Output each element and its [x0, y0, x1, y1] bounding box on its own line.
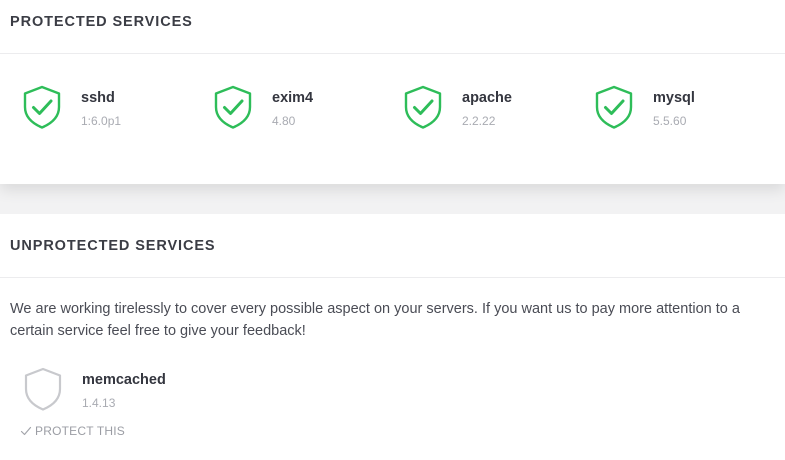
shield-check-icon	[214, 85, 252, 129]
service-name: memcached	[82, 372, 166, 388]
service-name: sshd	[81, 90, 115, 106]
service-name: exim4	[272, 90, 314, 106]
service-version: 4.80	[272, 114, 296, 128]
check-icon	[20, 426, 32, 436]
unprotected-services-header: UNPROTECTED SERVICES	[0, 214, 785, 278]
service-item-apache[interactable]: apache 2.2.22	[402, 84, 512, 130]
service-version: 1:6.0p1	[81, 114, 122, 128]
protected-services-title: PROTECTED SERVICES	[10, 13, 193, 30]
service-item-mysql[interactable]: mysql 5.5.60	[593, 84, 695, 130]
shield-check-icon	[595, 85, 633, 129]
unprotected-info-text: We are working tirelessly to cover every…	[10, 301, 740, 339]
service-name: apache	[462, 90, 512, 106]
protected-services-card: PROTECTED SERVICES sshd 1:6.0p1 exim4 4.…	[0, 0, 785, 184]
service-name: mysql	[653, 90, 695, 106]
service-item-exim4[interactable]: exim4 4.80	[212, 84, 313, 130]
protect-this-label: PROTECT THIS	[35, 424, 125, 438]
unprotected-services-title: UNPROTECTED SERVICES	[10, 237, 216, 254]
service-version: 2.2.22	[462, 114, 496, 128]
shield-check-icon	[404, 85, 442, 129]
service-item-sshd[interactable]: sshd 1:6.0p1	[21, 84, 121, 130]
unprotected-services-card: UNPROTECTED SERVICES We are working tire…	[0, 214, 785, 460]
protected-services-header: PROTECTED SERVICES	[0, 0, 785, 54]
protected-services-list: sshd 1:6.0p1 exim4 4.80 apache 2.2.22 my…	[0, 54, 785, 184]
service-version: 5.5.60	[653, 114, 687, 128]
protect-this-button[interactable]: PROTECT THIS	[20, 424, 125, 438]
shield-check-icon	[23, 85, 61, 129]
shield-outline-icon	[24, 367, 62, 411]
service-item-memcached: memcached 1.4.13	[22, 366, 166, 412]
service-version: 1.4.13	[82, 396, 116, 410]
